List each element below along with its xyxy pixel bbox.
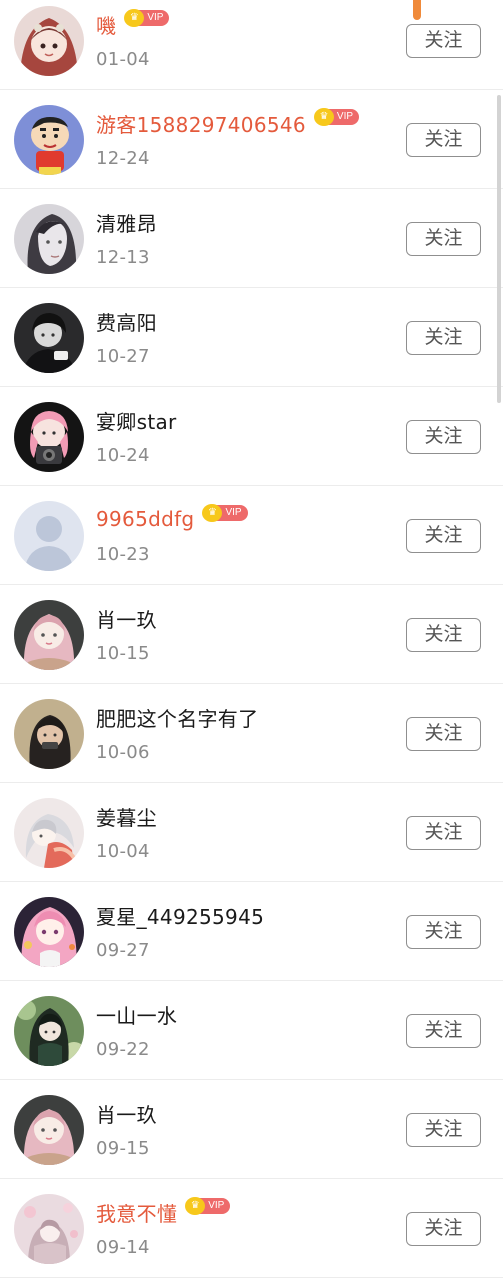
avatar-pink-hair-girl[interactable] (14, 1095, 84, 1165)
follow-date: 10-06 (96, 742, 150, 763)
user-name[interactable]: 姜暮尘 (96, 802, 157, 831)
user-name[interactable]: 费高阳 (96, 307, 157, 336)
follower-row-10[interactable]: 夏星_449255945 09-27 关注 (0, 882, 503, 981)
user-name[interactable]: 夏星_449255945 (96, 901, 264, 930)
follow-button[interactable]: 关注 (406, 1113, 481, 1147)
follow-date: 10-15 (96, 643, 150, 664)
vip-badge: ♛ VIP (313, 108, 360, 126)
avatar-girl-photo[interactable] (14, 699, 84, 769)
follow-button[interactable]: 关注 (406, 24, 481, 58)
avatar-pink-hair-girl-camera[interactable] (14, 402, 84, 472)
name-line: 我意不懂 ♛ VIP (96, 1197, 231, 1227)
name-line: 肖一玖 (96, 603, 157, 633)
avatar-anime-white-hair[interactable] (14, 798, 84, 868)
name-line: 肥肥这个名字有了 (96, 702, 258, 732)
follower-row-9[interactable]: 姜暮尘 10-04 关注 (0, 783, 503, 882)
crown-icon: ♛ (313, 108, 334, 126)
follow-date: 10-27 (96, 346, 150, 367)
user-name[interactable]: 一山一水 (96, 1000, 177, 1029)
name-line: 姜暮尘 (96, 801, 157, 831)
user-name[interactable]: 肖一玖 (96, 1099, 157, 1128)
vip-badge: ♛ VIP (185, 1197, 231, 1215)
follower-row-4[interactable]: 费高阳 10-27 关注 (0, 288, 503, 387)
user-name[interactable]: 嘰 (96, 10, 116, 39)
follow-button[interactable]: 关注 (406, 618, 481, 652)
user-name[interactable]: 清雅昂 (96, 208, 157, 237)
follow-button[interactable]: 关注 (406, 420, 481, 454)
follower-list: 嘰 ♛ VIP 01-04 关注 游客1588297406546 ♛ VIP 12-… (0, 0, 503, 1278)
follow-button[interactable]: 关注 (406, 1212, 481, 1246)
follower-row-5[interactable]: 宴卿star 10-24 关注 (0, 387, 503, 486)
avatar-anime-dark-hair-green[interactable] (14, 996, 84, 1066)
name-line: 9965ddfg ♛ VIP (96, 504, 248, 534)
avatar-anime-pink-hair[interactable] (14, 897, 84, 967)
follow-date: 09-27 (96, 940, 150, 961)
follow-date: 12-24 (96, 148, 150, 169)
follow-date: 09-14 (96, 1237, 150, 1258)
avatar-pink-blossom-anime[interactable] (14, 1194, 84, 1264)
follow-button[interactable]: 关注 (406, 1014, 481, 1048)
follow-date: 09-22 (96, 1039, 150, 1060)
follow-button[interactable]: 关注 (406, 321, 481, 355)
avatar-dark-photo-person[interactable] (14, 303, 84, 373)
avatar-pink-hair-girl[interactable] (14, 600, 84, 670)
name-line: 嘰 ♛ VIP (96, 9, 170, 39)
follow-button[interactable]: 关注 (406, 123, 481, 157)
follow-date: 12-13 (96, 247, 150, 268)
name-line: 一山一水 (96, 999, 177, 1029)
orange-indicator (413, 0, 421, 20)
follow-date: 09-15 (96, 1138, 150, 1159)
follower-row-2[interactable]: 游客1588297406546 ♛ VIP 12-24 关注 (0, 90, 503, 189)
avatar-crayon-shin-chan[interactable] (14, 105, 84, 175)
user-name[interactable]: 游客1588297406546 (96, 109, 306, 138)
follow-button[interactable]: 关注 (406, 915, 481, 949)
follow-button[interactable]: 关注 (406, 717, 481, 751)
avatar-gray-portrait-woman[interactable] (14, 204, 84, 274)
follow-date: 10-23 (96, 544, 150, 565)
follower-row-13[interactable]: 我意不懂 ♛ VIP 09-14 关注 (0, 1179, 503, 1278)
user-name[interactable]: 肖一玖 (96, 604, 157, 633)
name-line: 夏星_449255945 (96, 900, 264, 930)
follower-row-11[interactable]: 一山一水 09-22 关注 (0, 981, 503, 1080)
avatar-anime-girl-red-hood[interactable] (14, 6, 84, 76)
avatar-default-person[interactable] (14, 501, 84, 571)
follow-date: 10-24 (96, 445, 150, 466)
follow-button[interactable]: 关注 (406, 519, 481, 553)
follower-row-1[interactable]: 嘰 ♛ VIP 01-04 关注 (0, 0, 503, 90)
follower-row-7[interactable]: 肖一玖 10-15 关注 (0, 585, 503, 684)
user-name[interactable]: 我意不懂 (96, 1198, 177, 1227)
follower-row-8[interactable]: 肥肥这个名字有了 10-06 关注 (0, 684, 503, 783)
follow-button[interactable]: 关注 (406, 222, 481, 256)
follow-date: 10-04 (96, 841, 150, 862)
scrollbar-thumb[interactable] (497, 95, 501, 403)
follow-button[interactable]: 关注 (406, 816, 481, 850)
follower-row-3[interactable]: 清雅昂 12-13 关注 (0, 189, 503, 288)
follower-row-12[interactable]: 肖一玖 09-15 关注 (0, 1080, 503, 1179)
follow-date: 01-04 (96, 49, 150, 70)
user-name[interactable]: 9965ddfg (96, 507, 194, 531)
vip-badge: ♛ VIP (124, 9, 170, 27)
name-line: 宴卿star (96, 405, 177, 435)
name-line: 费高阳 (96, 306, 157, 336)
follower-row-6[interactable]: 9965ddfg ♛ VIP 10-23 关注 (0, 486, 503, 585)
vip-badge: ♛ VIP (202, 504, 248, 522)
user-name[interactable]: 宴卿star (96, 406, 177, 435)
name-line: 清雅昂 (96, 207, 157, 237)
name-line: 游客1588297406546 ♛ VIP (96, 108, 360, 138)
user-name[interactable]: 肥肥这个名字有了 (96, 703, 258, 732)
name-line: 肖一玖 (96, 1098, 157, 1128)
